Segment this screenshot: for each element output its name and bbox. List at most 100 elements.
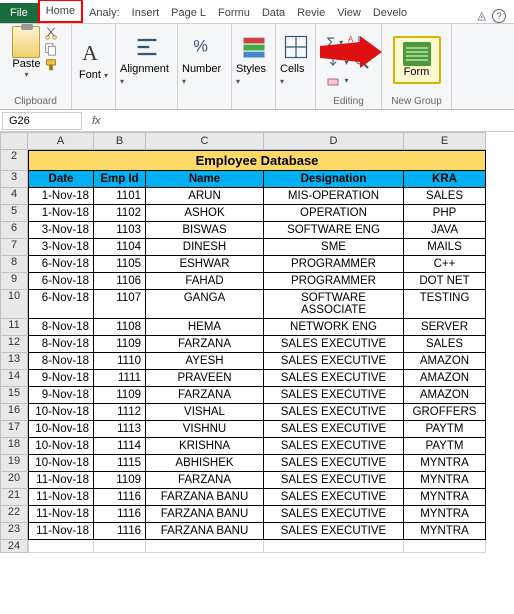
cell-id-22[interactable]: 1116: [94, 506, 146, 523]
cell-kra-21[interactable]: MYNTRA: [404, 489, 486, 506]
column-header-B[interactable]: B: [94, 132, 146, 150]
column-header-A[interactable]: A: [28, 132, 94, 150]
cell-desig-21[interactable]: SALES EXECUTIVE: [264, 489, 404, 506]
cell-kra-18[interactable]: PAYTM: [404, 438, 486, 455]
cell-kra-15[interactable]: AMAZON: [404, 387, 486, 404]
help-icon[interactable]: ?: [492, 9, 506, 23]
cell-id-8[interactable]: 1105: [94, 256, 146, 273]
tab-file[interactable]: File: [0, 3, 38, 23]
tab-insert[interactable]: Insert: [126, 3, 166, 23]
number-dropdown[interactable]: Number ▾: [182, 63, 227, 87]
cell-desig-8[interactable]: PROGRAMMER: [264, 256, 404, 273]
cell-desig-15[interactable]: SALES EXECUTIVE: [264, 387, 404, 404]
cell-id-6[interactable]: 1103: [94, 222, 146, 239]
cell-name-22[interactable]: FARZANA BANU: [146, 506, 264, 523]
cell-desig-6[interactable]: SOFTWARE ENG: [264, 222, 404, 239]
cell-kra-12[interactable]: SALES: [404, 336, 486, 353]
tab-data[interactable]: Data: [256, 3, 291, 23]
cell-name-5[interactable]: ASHOK: [146, 205, 264, 222]
cell-desig-19[interactable]: SALES EXECUTIVE: [264, 455, 404, 472]
cell-date-12[interactable]: 8-Nov-18: [28, 336, 94, 353]
cell-desig-10[interactable]: SOFTWARE ASSOCIATE: [264, 290, 404, 319]
cell-kra-11[interactable]: SERVER: [404, 319, 486, 336]
tab-view[interactable]: View: [331, 3, 367, 23]
cell-id-5[interactable]: 1102: [94, 205, 146, 222]
cell-date-13[interactable]: 8-Nov-18: [28, 353, 94, 370]
cell-date-10[interactable]: 6-Nov-18: [28, 290, 94, 319]
ribbon-minimize-icon[interactable]: ◬: [478, 9, 486, 23]
row-header-12[interactable]: 12: [0, 336, 28, 353]
cell-name-18[interactable]: KRISHNA: [146, 438, 264, 455]
tab-formulas[interactable]: Formu: [212, 3, 256, 23]
empty-cell-24-4[interactable]: [404, 540, 486, 553]
cell-id-23[interactable]: 1116: [94, 523, 146, 540]
cell-kra-10[interactable]: TESTING: [404, 290, 486, 319]
cell-date-20[interactable]: 11-Nov-18: [28, 472, 94, 489]
row-header-22[interactable]: 22: [0, 506, 28, 523]
cell-name-9[interactable]: FAHAD: [146, 273, 264, 290]
row-header-8[interactable]: 8: [0, 256, 28, 273]
cell-name-15[interactable]: FARZANA: [146, 387, 264, 404]
cell-id-21[interactable]: 1116: [94, 489, 146, 506]
select-all-corner[interactable]: [0, 132, 28, 150]
row-header-15[interactable]: 15: [0, 387, 28, 404]
cell-desig-5[interactable]: OPERATION: [264, 205, 404, 222]
cell-name-16[interactable]: VISHAL: [146, 404, 264, 421]
row-header-3[interactable]: 3: [0, 171, 28, 188]
header-empid[interactable]: Emp Id: [94, 171, 146, 188]
cell-kra-19[interactable]: MYNTRA: [404, 455, 486, 472]
row-header-17[interactable]: 17: [0, 421, 28, 438]
tab-review[interactable]: Revie: [291, 3, 331, 23]
cell-kra-22[interactable]: MYNTRA: [404, 506, 486, 523]
row-header-20[interactable]: 20: [0, 472, 28, 489]
cell-desig-13[interactable]: SALES EXECUTIVE: [264, 353, 404, 370]
cell-desig-16[interactable]: SALES EXECUTIVE: [264, 404, 404, 421]
cell-id-17[interactable]: 1113: [94, 421, 146, 438]
cell-date-17[interactable]: 10-Nov-18: [28, 421, 94, 438]
fx-icon[interactable]: fx: [84, 115, 109, 127]
column-header-E[interactable]: E: [404, 132, 486, 150]
cell-date-4[interactable]: 1-Nov-18: [28, 188, 94, 205]
row-header-18[interactable]: 18: [0, 438, 28, 455]
row-header-19[interactable]: 19: [0, 455, 28, 472]
cell-date-6[interactable]: 3-Nov-18: [28, 222, 94, 239]
cell-name-8[interactable]: ESHWAR: [146, 256, 264, 273]
cell-name-11[interactable]: HEMA: [146, 319, 264, 336]
cell-name-14[interactable]: PRAVEEN: [146, 370, 264, 387]
cell-desig-22[interactable]: SALES EXECUTIVE: [264, 506, 404, 523]
cell-desig-17[interactable]: SALES EXECUTIVE: [264, 421, 404, 438]
cell-date-22[interactable]: 11-Nov-18: [28, 506, 94, 523]
column-header-D[interactable]: D: [264, 132, 404, 150]
cell-id-14[interactable]: 1111: [94, 370, 146, 387]
column-header-C[interactable]: C: [146, 132, 264, 150]
row-header-24[interactable]: 24: [0, 540, 28, 553]
cell-id-16[interactable]: 1112: [94, 404, 146, 421]
empty-cell-24-1[interactable]: [94, 540, 146, 553]
cell-kra-5[interactable]: PHP: [404, 205, 486, 222]
paste-button[interactable]: Paste ▾: [12, 26, 40, 79]
cell-desig-18[interactable]: SALES EXECUTIVE: [264, 438, 404, 455]
cell-desig-20[interactable]: SALES EXECUTIVE: [264, 472, 404, 489]
cell-date-7[interactable]: 3-Nov-18: [28, 239, 94, 256]
cell-name-23[interactable]: FARZANA BANU: [146, 523, 264, 540]
cell-kra-7[interactable]: MAILS: [404, 239, 486, 256]
clear-icon[interactable]: [326, 73, 340, 87]
cell-kra-9[interactable]: DOT NET: [404, 273, 486, 290]
cell-id-20[interactable]: 1109: [94, 472, 146, 489]
format-painter-icon[interactable]: [43, 58, 59, 72]
cell-date-23[interactable]: 11-Nov-18: [28, 523, 94, 540]
alignment-dropdown[interactable]: Alignment ▾: [120, 63, 173, 87]
font-dropdown[interactable]: Font ▾: [79, 69, 108, 81]
cell-id-10[interactable]: 1107: [94, 290, 146, 319]
row-header-4[interactable]: 4: [0, 188, 28, 205]
cell-id-12[interactable]: 1109: [94, 336, 146, 353]
cell-desig-23[interactable]: SALES EXECUTIVE: [264, 523, 404, 540]
cell-date-9[interactable]: 6-Nov-18: [28, 273, 94, 290]
cells-icon[interactable]: [282, 33, 310, 61]
cell-kra-8[interactable]: C++: [404, 256, 486, 273]
row-header-5[interactable]: 5: [0, 205, 28, 222]
row-header-11[interactable]: 11: [0, 319, 28, 336]
cell-kra-17[interactable]: PAYTM: [404, 421, 486, 438]
cell-date-8[interactable]: 6-Nov-18: [28, 256, 94, 273]
styles-icon[interactable]: [240, 33, 268, 61]
